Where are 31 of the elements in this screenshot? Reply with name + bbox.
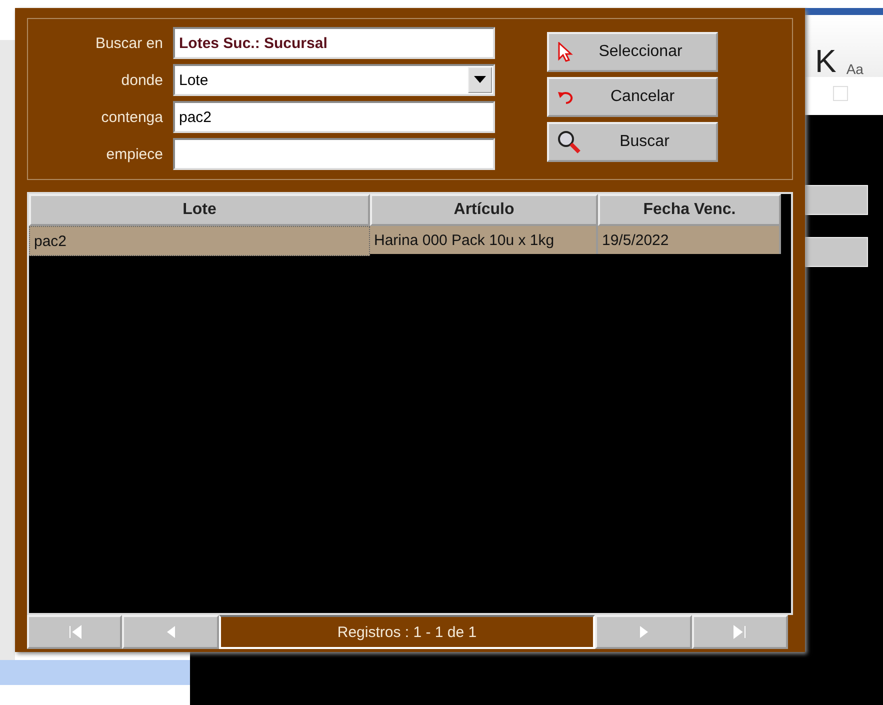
record-count: Registros : 1 - 1 de 1 [219,615,595,649]
next-button[interactable] [595,615,692,649]
search-icon [557,130,581,154]
background-bar [805,237,868,267]
table-cell: pac2 [29,226,370,256]
background-bar [805,185,868,215]
cancel-button[interactable]: Cancelar [547,77,718,117]
table-row[interactable]: pac2 Harina 000 Pack 10u x 1kg 19/5/2022 [29,226,791,256]
table-cell: 19/5/2022 [598,226,781,254]
first-record-icon [68,625,82,639]
last-record-icon [733,625,747,639]
previous-button[interactable] [122,615,219,649]
search-button[interactable]: Buscar [547,122,718,162]
cursor-icon [557,42,573,62]
input-field[interactable]: pac2 [173,101,495,133]
select-button[interactable]: Seleccionar [547,32,718,72]
checkbox[interactable] [833,86,848,101]
column-header[interactable]: Lote [29,194,370,226]
table-cell: Harina 000 Pack 10u x 1kg [370,226,598,254]
first-button[interactable] [27,615,122,649]
field-label: Buscar en [94,34,163,52]
ribbon-letter: K [815,45,836,77]
ribbon-label: Aa [846,61,864,77]
search-target-field: Lotes Suc.: Sucursal [173,27,495,59]
dropdown-field[interactable]: Lote [173,64,495,96]
field-label: donde [120,72,163,88]
field-label: empiece [105,146,163,162]
column-header[interactable]: Fecha Venc. [598,194,781,226]
column-header[interactable]: Artículo [370,194,598,226]
field-label: contenga [100,108,163,126]
last-button[interactable] [692,615,788,649]
